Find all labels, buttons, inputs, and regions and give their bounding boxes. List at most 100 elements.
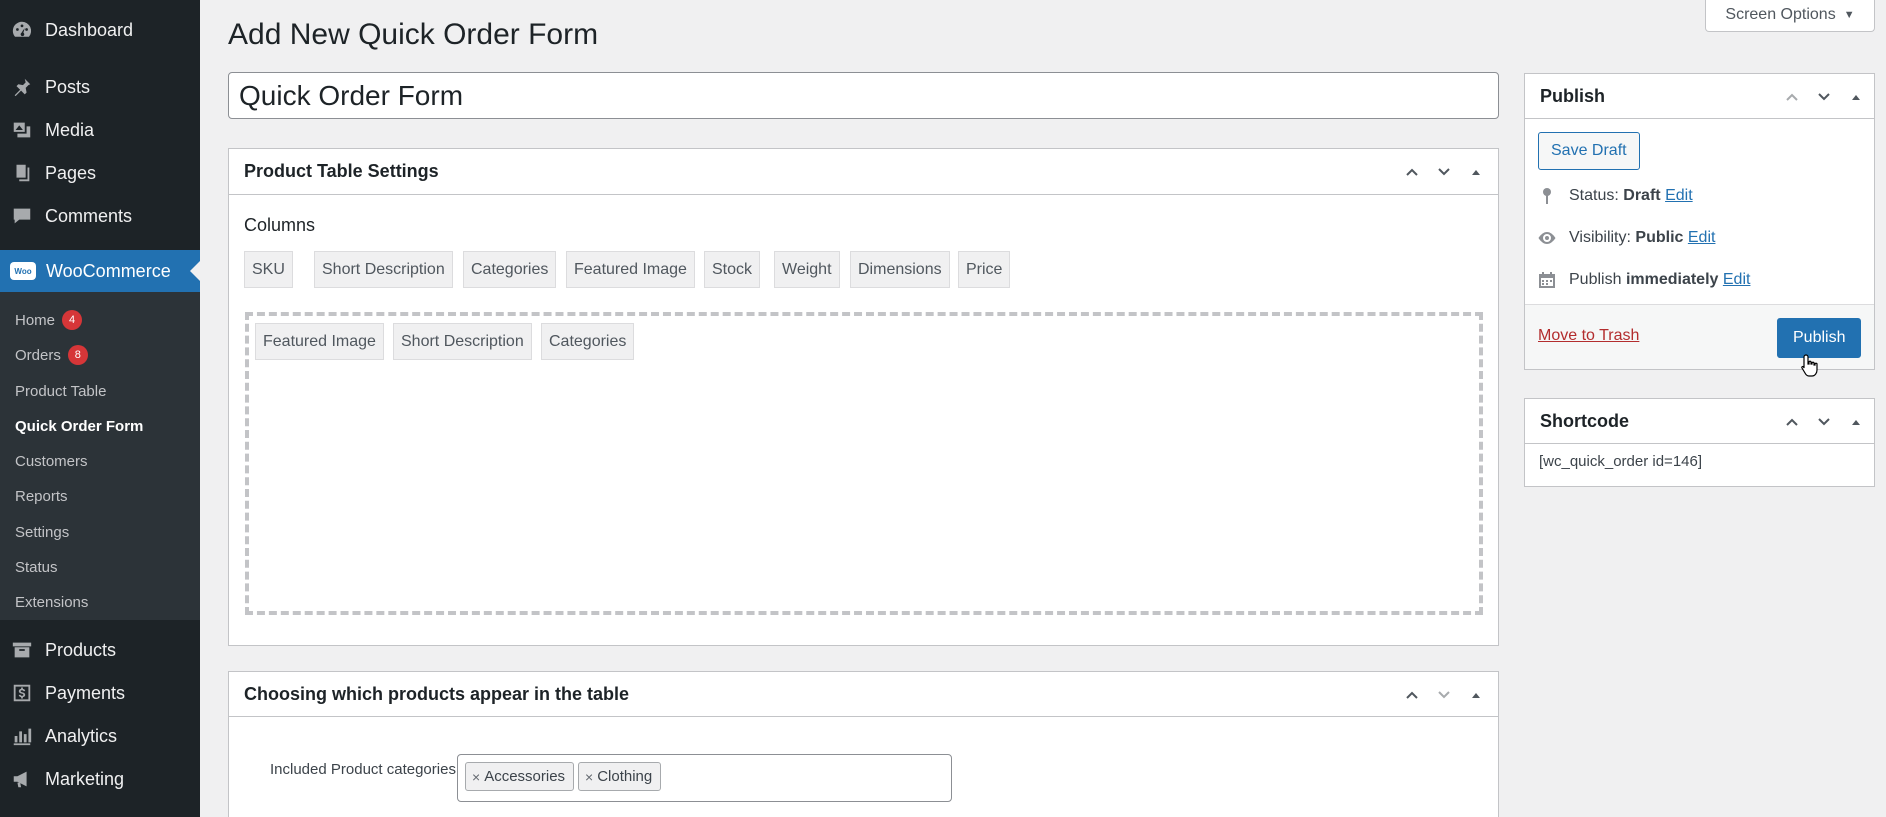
calendar-icon: [1537, 270, 1557, 290]
publish-box: Publish Save Draft Status: Draft Edit Vi…: [1524, 73, 1875, 370]
menu-item-analytics[interactable]: Analytics: [0, 716, 200, 756]
submenu-item-customers[interactable]: Customers: [15, 449, 88, 473]
page-title: Add New Quick Order Form: [228, 18, 599, 51]
visibility-label: Visibility:: [1569, 229, 1631, 246]
menu-item-comments[interactable]: Comments: [0, 196, 200, 236]
admin-sidebar: Dashboard Posts Media Pages Comments Woo…: [0, 0, 200, 817]
postbox-title: Product Table Settings: [244, 161, 439, 181]
selected-column-tag[interactable]: Short Description: [393, 323, 532, 360]
submenu-item-product-table[interactable]: Product Table: [15, 379, 106, 403]
available-column-tag[interactable]: Weight: [774, 251, 840, 288]
collapse-toggle-icon[interactable]: [1840, 81, 1872, 113]
pushpin-icon: [1537, 186, 1557, 206]
visibility-row: Visibility: Public Edit: [1537, 228, 1715, 248]
caret-down-icon: ▼: [1843, 8, 1855, 21]
publish-button[interactable]: Publish: [1777, 318, 1862, 358]
chip-label: Clothing: [597, 768, 653, 785]
post-title-input[interactable]: [228, 72, 1499, 119]
menu-label: WooCommerce: [46, 260, 171, 281]
visibility-value: Public: [1635, 229, 1684, 246]
move-up-icon[interactable]: [1396, 679, 1428, 711]
menu-label: Pages: [45, 162, 97, 183]
notification-badge: 4: [62, 310, 83, 330]
collapse-toggle-icon[interactable]: [1840, 406, 1872, 438]
move-down-icon[interactable]: [1808, 81, 1840, 113]
move-to-trash-link[interactable]: Move to Trash: [1538, 327, 1639, 345]
columns-label: Columns: [244, 215, 316, 235]
eye-icon: [1537, 228, 1557, 248]
bar-chart-icon: [10, 724, 34, 748]
menu-item-woocommerce[interactable]: Woo WooCommerce: [0, 250, 200, 292]
category-chip[interactable]: × Clothing: [578, 762, 662, 791]
move-up-icon[interactable]: [1776, 81, 1808, 113]
submenu-item-settings[interactable]: Settings: [15, 520, 69, 544]
available-column-tag[interactable]: SKU: [244, 251, 293, 288]
available-column-tag[interactable]: Price: [958, 251, 1011, 288]
shortcode-box: Shortcode [wc_quick_order id=146]: [1524, 398, 1875, 487]
submenu-label: Status: [15, 558, 58, 576]
move-up-icon[interactable]: [1396, 156, 1428, 188]
status-row: Status: Draft Edit: [1537, 186, 1693, 206]
submenu-item-quick-order-form[interactable]: Quick Order Form: [15, 414, 143, 438]
product-table-settings-box: Product Table Settings Columns SKU Short…: [228, 148, 1499, 646]
remove-icon[interactable]: ×: [585, 769, 593, 785]
shortcode-value: [wc_quick_order id=146]: [1539, 453, 1703, 470]
category-chip[interactable]: × Accessories: [465, 762, 575, 791]
available-column-tag[interactable]: Stock: [704, 251, 761, 288]
save-draft-button[interactable]: Save Draft: [1538, 132, 1640, 170]
pages-icon: [10, 161, 34, 185]
available-column-tag[interactable]: Short Description: [314, 251, 453, 288]
menu-item-pages[interactable]: Pages: [0, 153, 200, 193]
collapse-toggle-icon[interactable]: [1460, 156, 1492, 188]
postbox-title: Publish: [1540, 85, 1606, 106]
move-up-icon[interactable]: [1776, 406, 1808, 438]
remove-icon[interactable]: ×: [472, 769, 480, 785]
available-column-tag[interactable]: Featured Image: [566, 251, 695, 288]
move-down-icon[interactable]: [1808, 406, 1840, 438]
screen-options-label: Screen Options: [1725, 5, 1836, 23]
submenu-label: Product Table: [15, 382, 107, 400]
dashboard-icon: [10, 18, 34, 42]
move-down-icon[interactable]: [1428, 679, 1460, 711]
dollar-icon: [10, 681, 34, 705]
menu-item-products[interactable]: Products: [0, 630, 200, 670]
collapse-toggle-icon[interactable]: [1460, 679, 1492, 711]
status-value: Draft: [1623, 187, 1661, 204]
menu-item-media[interactable]: Media: [0, 110, 200, 150]
submenu-item-orders[interactable]: Orders 8: [15, 343, 88, 367]
postbox-title: Shortcode: [1540, 410, 1630, 431]
edit-status-link[interactable]: Edit: [1665, 187, 1693, 205]
submenu-item-reports[interactable]: Reports: [15, 484, 68, 508]
publish-label: Publish: [1569, 271, 1622, 288]
menu-item-posts[interactable]: Posts: [0, 67, 200, 107]
available-column-tag[interactable]: Dimensions: [850, 251, 950, 288]
selected-column-tag[interactable]: Featured Image: [255, 323, 384, 360]
selected-columns-dropzone[interactable]: Featured Image Short Description Categor…: [245, 312, 1483, 615]
postbox-header: Shortcode: [1525, 399, 1874, 444]
menu-item-dashboard[interactable]: Dashboard: [0, 10, 200, 50]
submenu-item-status[interactable]: Status: [15, 555, 58, 579]
available-column-tag[interactable]: Categories: [463, 251, 557, 288]
menu-item-marketing[interactable]: Marketing: [0, 759, 200, 799]
submenu-label: Reports: [15, 487, 68, 505]
menu-label: Dashboard: [45, 19, 134, 40]
comment-icon: [10, 204, 34, 228]
screen-options-button[interactable]: Screen Options ▼: [1705, 0, 1875, 32]
submenu-item-extensions[interactable]: Extensions: [15, 590, 88, 614]
submenu-label: Customers: [15, 452, 88, 470]
menu-item-payments[interactable]: Payments: [0, 673, 200, 713]
edit-visibility-link[interactable]: Edit: [1688, 229, 1716, 247]
menu-label: Payments: [45, 682, 126, 703]
submenu-label: Extensions: [15, 593, 89, 611]
submenu-item-home[interactable]: Home 4: [15, 308, 83, 332]
menu-label: Analytics: [45, 725, 118, 746]
menu-label: Media: [45, 119, 95, 140]
submenu-label: Orders: [15, 346, 61, 364]
edit-publish-time-link[interactable]: Edit: [1723, 271, 1751, 289]
submenu-label: Quick Order Form: [15, 417, 144, 435]
included-categories-select[interactable]: × Accessories × Clothing: [457, 754, 952, 802]
postbox-title: Choosing which products appear in the ta…: [244, 683, 630, 704]
selected-column-tag[interactable]: Categories: [541, 323, 635, 360]
move-down-icon[interactable]: [1428, 156, 1460, 188]
archive-icon: [10, 638, 34, 662]
